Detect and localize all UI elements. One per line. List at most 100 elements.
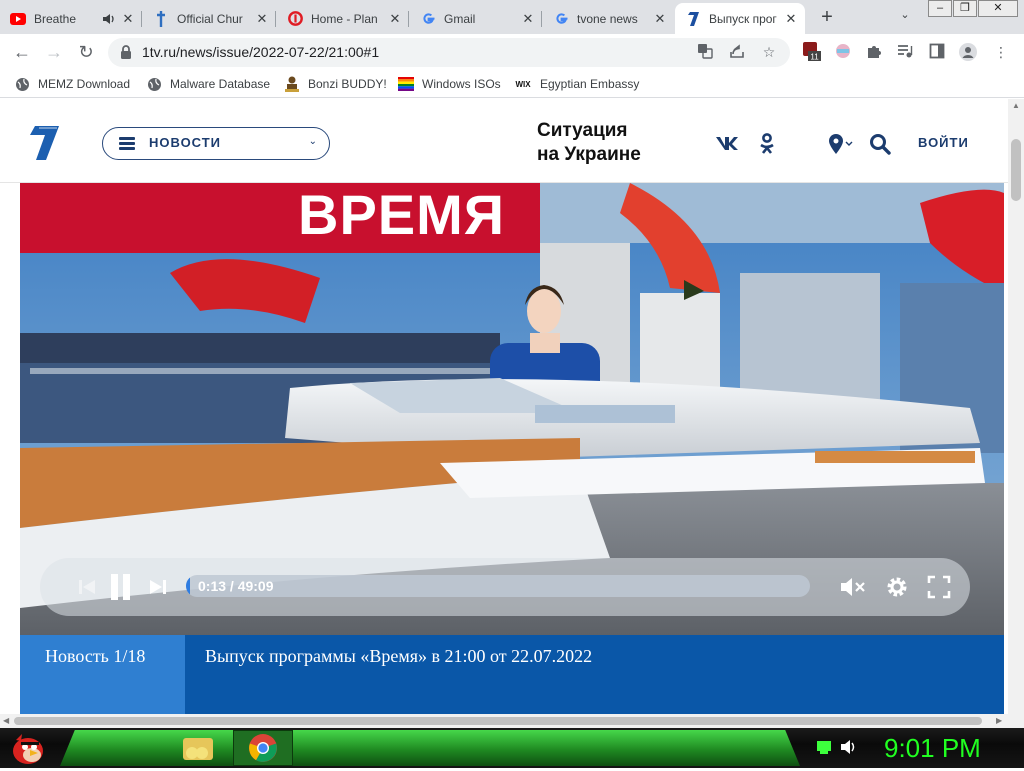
video-controls: 0:13 / 49:09 (40, 558, 970, 616)
taskbar-green-band (60, 730, 800, 766)
channel-one-logo[interactable] (26, 125, 60, 161)
minimize-button[interactable]: – (928, 0, 952, 17)
back-button[interactable]: ← (10, 40, 34, 64)
folder-icon[interactable] (182, 733, 214, 768)
close-tab-icon[interactable]: ✕ (387, 11, 403, 27)
situation-line-2: на Украине (537, 144, 641, 165)
scroll-left-arrow-icon[interactable]: ◀ (3, 716, 9, 725)
news-caption-bar: Новость 1/18 Выпуск программы «Время» в … (20, 635, 1004, 714)
browser-toolbar: ← → ↻ 1tv.ru/news/issue/2022-07-22/21:00… (0, 34, 1024, 70)
bookmark-egyptian-embassy[interactable]: WIX Egyptian Embassy (514, 76, 639, 92)
tab-title: Official Chur (177, 11, 243, 26)
time-display: 0:13 / 49:09 (198, 578, 274, 594)
search-icon[interactable] (869, 133, 891, 155)
youtube-icon (10, 11, 26, 27)
scroll-right-arrow-icon[interactable]: ▶ (996, 716, 1002, 725)
browser-menu-icon[interactable]: ⋮ (992, 43, 1010, 61)
channel-one-icon (685, 11, 701, 27)
vertical-scrollbar[interactable]: ▲ (1008, 99, 1024, 714)
new-tab-button[interactable]: + (816, 7, 838, 29)
situation-line-1: Ситуация (537, 120, 628, 141)
next-track-icon[interactable] (149, 578, 167, 601)
reload-button[interactable]: ↻ (74, 40, 98, 64)
media-queue-icon[interactable] (896, 43, 914, 61)
tab-title: Breathe (34, 11, 77, 26)
bookmark-label: Windows ISOs (422, 77, 501, 91)
scroll-up-arrow-icon[interactable]: ▲ (1012, 101, 1020, 110)
google-icon (553, 11, 569, 27)
bookmark-star-icon[interactable]: ☆ (760, 43, 778, 61)
extension-badge-icon[interactable]: 11 (803, 42, 821, 62)
forward-button[interactable]: → (42, 40, 66, 64)
bookmark-label: MEMZ Download (38, 77, 131, 91)
fullscreen-icon[interactable] (927, 575, 951, 604)
angry-bird-start-icon[interactable] (8, 730, 48, 771)
lock-icon[interactable] (120, 45, 132, 59)
settings-gear-icon[interactable] (885, 575, 909, 604)
profile-avatar-icon[interactable] (959, 43, 977, 61)
taskbar: 9:01 PM (0, 728, 1024, 768)
chevron-down-icon: ⌄ (308, 136, 317, 147)
colorful-extension-icon[interactable] (834, 43, 852, 61)
side-panel-icon[interactable] (928, 43, 946, 61)
bookmark-windows-isos[interactable]: Windows ISOs (398, 76, 501, 92)
tab-search-chevron-icon[interactable]: ⌄ (896, 8, 914, 26)
bookmark-memz[interactable]: MEMZ Download (14, 76, 130, 92)
speaker-icon[interactable] (102, 11, 116, 27)
news-title[interactable]: Выпуск программы «Время» в 21:00 от 22.0… (205, 635, 592, 677)
web-page: НОВОСТИ ⌄ Ситуация на Украине ВОЙТИ ВРЕМ… (0, 99, 1008, 714)
login-button[interactable]: ВОЙТИ (918, 135, 969, 150)
taskbar-clock[interactable]: 9:01 PM (884, 732, 981, 764)
vk-icon[interactable] (715, 135, 739, 157)
tab-vypusk-active[interactable]: Выпуск прог ✕ (675, 3, 805, 34)
bookmark-bonzi-buddy[interactable]: Bonzi BUDDY! (284, 76, 387, 92)
chrome-taskbar-button[interactable] (233, 730, 293, 766)
news-menu-label: НОВОСТИ (149, 135, 222, 150)
close-tab-icon[interactable]: ✕ (254, 11, 270, 27)
chrome-icon (249, 734, 277, 762)
bookmark-malware-database[interactable]: Malware Database (146, 76, 270, 92)
restore-button[interactable]: ❐ (953, 0, 977, 17)
globe-icon (14, 76, 30, 92)
opera-icon (287, 11, 303, 27)
bookmark-label: Malware Database (170, 77, 271, 91)
church-icon (153, 10, 169, 27)
previous-track-icon[interactable] (78, 578, 96, 601)
extensions-puzzle-icon[interactable] (865, 43, 883, 61)
tab-title: Home - Plan (311, 11, 378, 26)
tab-home-plan[interactable]: Home - Plan ✕ (277, 3, 409, 34)
close-window-button[interactable]: ✕ (978, 0, 1018, 17)
site-header: НОВОСТИ ⌄ Ситуация на Украине ВОЙТИ (0, 99, 1008, 183)
tab-official-church[interactable]: Official Chur ✕ (143, 3, 276, 34)
bonzi-icon (284, 76, 300, 92)
url-text[interactable]: 1tv.ru/news/issue/2022-07-22/21:00#1 (142, 38, 379, 67)
extension-badge-count: 11 (810, 53, 819, 62)
network-tray-icon[interactable] (816, 740, 832, 759)
news-menu-button[interactable]: НОВОСТИ ⌄ (102, 127, 330, 160)
odnoklassniki-icon[interactable] (759, 133, 775, 155)
video-player[interactable]: ВРЕМЯ 0:13 / 49:09 (20, 183, 1004, 635)
location-pin-icon[interactable] (827, 133, 853, 155)
close-tab-icon[interactable]: ✕ (652, 11, 668, 27)
vertical-scroll-thumb[interactable] (1011, 139, 1021, 201)
globe-icon (146, 76, 162, 92)
close-tab-icon[interactable]: ✕ (520, 11, 536, 27)
address-bar[interactable]: 1tv.ru/news/issue/2022-07-22/21:00#1 ☆ (108, 38, 790, 67)
progress-bar[interactable] (186, 575, 810, 597)
tab-title: Gmail (444, 11, 476, 26)
close-tab-icon[interactable]: ✕ (120, 11, 136, 27)
situation-ukraine-link[interactable]: Ситуация на Украине (537, 119, 641, 167)
tab-gmail[interactable]: Gmail ✕ (410, 3, 542, 34)
translate-icon[interactable] (696, 43, 714, 61)
share-icon[interactable] (728, 43, 746, 61)
close-tab-icon[interactable]: ✕ (783, 11, 799, 27)
tab-breathe[interactable]: Breathe ✕ (0, 3, 142, 34)
mute-icon[interactable] (840, 576, 866, 603)
tab-tvone-news[interactable]: tvone news ✕ (543, 3, 674, 34)
wix-icon: WIX (515, 79, 531, 89)
horizontal-scroll-thumb[interactable] (14, 717, 982, 725)
volume-tray-icon[interactable] (840, 739, 858, 760)
tab-title: tvone news (577, 11, 638, 26)
pause-button[interactable] (110, 574, 132, 605)
horizontal-scrollbar[interactable]: ◀ ▶ (0, 714, 1024, 728)
